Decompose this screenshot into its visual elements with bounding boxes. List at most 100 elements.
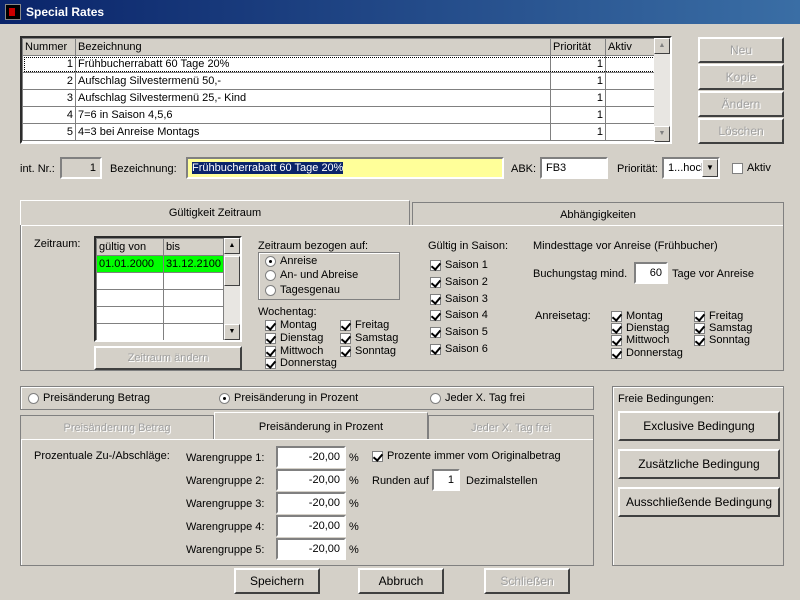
abbruch-button[interactable]: Abbruch — [358, 568, 444, 594]
checkbox-icon — [340, 319, 351, 331]
cell-bezeichnung: 7=6 in Saison 4,5,6 — [75, 106, 551, 124]
aktiv-checkbox[interactable]: Aktiv — [732, 162, 771, 174]
table-row[interactable]: 3 Aufschlag Silvestermenü 25,- Kind 1 — [22, 89, 656, 107]
kopie-button[interactable]: Kopie — [698, 64, 784, 90]
wochentag-sonntag[interactable]: Sonntag — [340, 345, 396, 357]
anreisetag-mittwoch[interactable]: Mittwoch — [611, 334, 669, 346]
zusaetzliche-bedingung-button[interactable]: Zusätzliche Bedingung — [618, 449, 780, 479]
table-row[interactable]: 4 7=6 in Saison 4,5,6 1 — [22, 106, 656, 124]
warengruppe-3-input[interactable]: -20,00 — [276, 492, 346, 514]
table-row[interactable]: 01.01.2000 31.12.2100 — [96, 255, 225, 273]
zeitraum-scrollbar[interactable]: ▲ ▼ — [224, 238, 240, 340]
ausschliessende-bedingung-button[interactable]: Ausschließende Bedingung — [618, 487, 780, 517]
wochentag-freitag[interactable]: Freitag — [340, 319, 389, 331]
cell-nummer: 5 — [22, 123, 76, 141]
cell-aktiv[interactable] — [605, 72, 656, 90]
freie-label: Freie Bedingungen: — [618, 393, 715, 405]
cell-bezeichnung: Frühbucherrabatt 60 Tage 20% — [75, 55, 551, 73]
checkbox-icon — [611, 347, 622, 359]
radio-anreise-label: Anreise — [280, 255, 318, 267]
tab-xtag[interactable]: Jeder X. Tag frei — [428, 415, 594, 439]
table-row[interactable]: 5 4=3 bei Anreise Montags 1 — [22, 123, 656, 141]
cell-aktiv[interactable] — [605, 55, 656, 73]
scroll-thumb[interactable] — [224, 256, 240, 286]
saison-6[interactable]: Saison 6 — [430, 343, 488, 355]
table-row[interactable] — [96, 323, 225, 340]
aendern-button[interactable]: Ändern — [698, 91, 784, 117]
loeschen-button[interactable]: Löschen — [698, 118, 784, 144]
saison-1[interactable]: Saison 1 — [430, 259, 488, 271]
rates-scrollbar[interactable]: ▲ ▼ — [654, 38, 670, 142]
scroll-down-icon[interactable]: ▼ — [654, 126, 670, 142]
wochentag-samstag[interactable]: Samstag — [340, 332, 398, 344]
radio-xtag[interactable]: Jeder X. Tag frei — [430, 392, 525, 404]
wochentag-montag[interactable]: Montag — [265, 319, 317, 331]
table-row[interactable] — [96, 289, 225, 307]
radio-icon — [265, 255, 276, 267]
table-row[interactable]: 2 Aufschlag Silvestermenü 50,- 1 — [22, 72, 656, 90]
radio-preis-betrag[interactable]: Preisänderung Betrag — [28, 392, 150, 404]
anreisetag-samstag[interactable]: Samstag — [694, 322, 752, 334]
warengruppe-1-input[interactable]: -20,00 — [276, 446, 346, 468]
scroll-down-icon[interactable]: ▼ — [224, 324, 240, 340]
col-header-von[interactable]: gültig von — [96, 238, 164, 256]
zeitraum-aendern-button[interactable]: Zeitraum ändern — [94, 346, 242, 370]
tab-gueltigkeit[interactable]: Gültigkeit Zeitraum — [20, 200, 410, 226]
warengruppe-5-label: Warengruppe 5: — [186, 544, 265, 556]
runden-input[interactable]: 1 — [432, 469, 460, 491]
radio-preis-prozent[interactable]: Preisänderung in Prozent — [219, 392, 358, 404]
tab-preis-betrag[interactable]: Preisänderung Betrag — [20, 415, 214, 439]
exclusive-bedingung-button[interactable]: Exclusive Bedingung — [618, 411, 780, 441]
cell-aktiv[interactable] — [605, 123, 656, 141]
wochentag-donnerstag[interactable]: Donnerstag — [265, 357, 337, 369]
saison-3[interactable]: Saison 3 — [430, 293, 488, 305]
cell-aktiv[interactable] — [605, 106, 656, 124]
radio-icon — [265, 269, 276, 281]
radio-anreise[interactable]: Anreise — [265, 255, 317, 267]
prioritaet-select[interactable]: 1...hoch ▼ — [662, 157, 720, 179]
wochentag-mittwoch[interactable]: Mittwoch — [265, 345, 323, 357]
buchungstag-input[interactable]: 60 — [634, 262, 668, 284]
chevron-down-icon[interactable]: ▼ — [702, 159, 718, 177]
original-checkbox[interactable]: Prozente immer vom Originalbetrag — [372, 450, 561, 462]
saison-2[interactable]: Saison 2 — [430, 276, 488, 288]
col-header-prioritaet[interactable]: Priorität — [550, 38, 606, 56]
zeitraum-table[interactable]: gültig von bis 01.01.2000 31.12.2100 ▲ ▼ — [94, 236, 242, 342]
tab-abhaengigkeiten[interactable]: Abhängigkeiten — [412, 202, 784, 226]
bezogen-label: Zeitraum bezogen auf: — [258, 240, 369, 252]
table-row[interactable] — [96, 306, 225, 324]
title-bar[interactable]: Special Rates — [0, 0, 800, 24]
anreisetag-donnerstag[interactable]: Donnerstag — [611, 347, 683, 359]
anreisetag-sonntag[interactable]: Sonntag — [694, 334, 750, 346]
col-header-bezeichnung[interactable]: Bezeichnung — [75, 38, 551, 56]
warengruppe-2-input[interactable]: -20,00 — [276, 469, 346, 491]
bezeichnung-input[interactable]: Frühbucherrabatt 60 Tage 20% — [186, 157, 504, 179]
speichern-button[interactable]: Speichern — [234, 568, 320, 594]
wochentag-dienstag[interactable]: Dienstag — [265, 332, 323, 344]
warengruppe-5-input[interactable]: -20,00 — [276, 538, 346, 560]
col-header-bis[interactable]: bis — [162, 238, 225, 256]
saison-4[interactable]: Saison 4 — [430, 309, 488, 321]
scroll-up-icon[interactable]: ▲ — [224, 238, 240, 254]
radio-icon — [430, 392, 441, 404]
saison-5[interactable]: Saison 5 — [430, 326, 488, 338]
warengruppe-4-input[interactable]: -20,00 — [276, 515, 346, 537]
neu-button[interactable]: Neu — [698, 37, 784, 63]
tab-preis-prozent[interactable]: Preisänderung in Prozent — [214, 412, 428, 440]
table-row[interactable]: 1 Frühbucherrabatt 60 Tage 20% 1 — [22, 55, 656, 73]
warengruppe-1-label: Warengruppe 1: — [186, 452, 265, 464]
abk-input[interactable]: FB3 — [540, 157, 608, 179]
anreisetag-freitag[interactable]: Freitag — [694, 310, 743, 322]
cell-aktiv[interactable] — [605, 89, 656, 107]
radio-tagesgenau[interactable]: Tagesgenau — [265, 284, 340, 296]
anreisetag-dienstag[interactable]: Dienstag — [611, 322, 669, 334]
scroll-up-icon[interactable]: ▲ — [654, 38, 670, 54]
rates-table[interactable]: Nummer Bezeichnung Priorität Aktiv 1 Frü… — [20, 36, 672, 144]
col-header-nummer[interactable]: Nummer — [22, 38, 76, 56]
checkbox-icon — [430, 293, 441, 305]
table-row[interactable] — [96, 272, 225, 290]
anreisetag-montag[interactable]: Montag — [611, 310, 663, 322]
radio-an-abreise[interactable]: An- und Abreise — [265, 269, 358, 281]
schliessen-button[interactable]: Schließen — [484, 568, 570, 594]
col-header-aktiv[interactable]: Aktiv — [605, 38, 656, 56]
